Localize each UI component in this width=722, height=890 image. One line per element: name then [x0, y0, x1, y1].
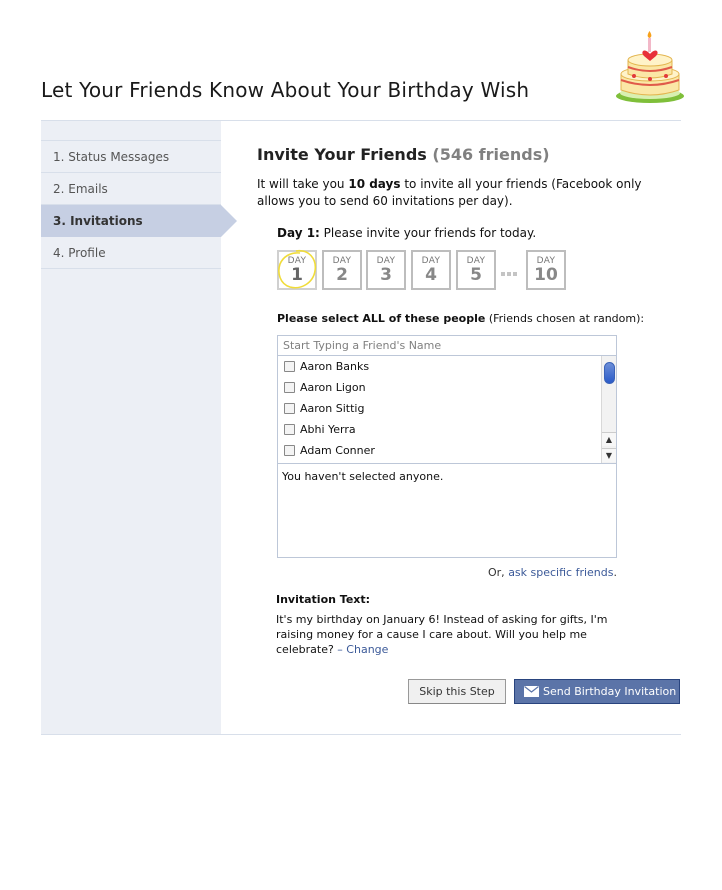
ellipsis-dots — [501, 266, 521, 276]
sidebar-item-status-messages[interactable]: 1. Status Messages — [41, 141, 221, 173]
day-instruction: Please invite your friends for today. — [319, 226, 537, 240]
day-tile-3[interactable]: DAY 3 — [366, 250, 406, 290]
day-tile-10[interactable]: DAY 10 — [526, 250, 566, 290]
checkbox-icon[interactable] — [284, 382, 295, 393]
select-instruction: Please select ALL of these people (Frien… — [277, 312, 644, 325]
list-item[interactable]: Aaron Ligon — [278, 377, 598, 398]
selected-friends-box: You haven't selected anyone. — [282, 470, 444, 483]
day-number: 4 — [425, 265, 437, 285]
day-number: 1 — [291, 265, 303, 285]
scroll-down-icon[interactable]: ▼ — [602, 448, 616, 462]
checkbox-icon[interactable] — [284, 403, 295, 414]
active-step-arrow — [221, 205, 237, 237]
list-item[interactable]: Adam Conner — [278, 440, 598, 461]
change-invitation-link[interactable]: – Change — [334, 643, 388, 656]
checkbox-icon[interactable] — [284, 361, 295, 372]
sidebar-item-label: 3. Invitations — [53, 214, 143, 228]
heading-text: Invite Your Friends — [257, 145, 427, 164]
checkbox-icon[interactable] — [284, 445, 295, 456]
ask-prefix: Or, — [488, 566, 509, 579]
select-instruction-bold: Please select ALL of these people — [277, 312, 486, 325]
intro-text: It will take you 10 days to invite all y… — [257, 176, 677, 210]
send-button-label: Send Birthday Invitation — [543, 685, 677, 698]
checkbox-icon[interactable] — [284, 424, 295, 435]
day-number: 10 — [534, 265, 558, 285]
friend-search-input[interactable] — [278, 336, 616, 356]
ask-specific-row: Or, ask specific friends. — [0, 566, 617, 579]
scroll-thumb[interactable] — [604, 362, 615, 384]
step-sidebar: 1. Status Messages 2. Emails 3. Invitati… — [41, 121, 237, 734]
intro-days-highlight: 10 days — [348, 177, 401, 191]
day-tile-4[interactable]: DAY 4 — [411, 250, 451, 290]
day-heading: Day 1: Please invite your friends for to… — [277, 226, 536, 240]
friend-name: Aaron Banks — [300, 360, 370, 373]
friend-picker: Aaron Banks Aaron Ligon Aaron Sittig Abh… — [277, 335, 617, 558]
friend-count: (546 friends) — [432, 145, 550, 164]
sidebar-item-emails[interactable]: 2. Emails — [41, 173, 221, 205]
day-number: 2 — [336, 265, 348, 285]
ask-specific-friends-link[interactable]: ask specific friends — [508, 566, 613, 579]
footer-divider — [41, 734, 681, 735]
day-number: 3 — [380, 265, 392, 285]
sidebar-item-profile[interactable]: 4. Profile — [41, 237, 221, 269]
section-heading: Invite Your Friends (546 friends) — [257, 145, 550, 164]
day-number: 5 — [470, 265, 482, 285]
select-instruction-rest: (Friends chosen at random): — [485, 312, 645, 325]
list-item[interactable]: Aaron Sittig — [278, 398, 598, 419]
intro-text-start: It will take you — [257, 177, 349, 191]
ask-suffix: . — [613, 566, 618, 579]
skip-step-button[interactable]: Skip this Step — [408, 679, 506, 704]
send-invitation-button[interactable]: Send Birthday Invitation — [514, 679, 680, 704]
scroll-up-icon[interactable]: ▲ — [602, 432, 616, 446]
day-prefix: Day 1: — [277, 226, 320, 240]
friend-name: Aaron Sittig — [300, 402, 365, 415]
sidebar-item-invitations[interactable]: 3. Invitations — [41, 205, 237, 237]
friend-name: Adam Conner — [300, 444, 375, 457]
list-item[interactable]: Aaron Banks — [278, 356, 598, 377]
invitation-text: It's my birthday on January 6! Instead o… — [276, 612, 616, 657]
invitation-body: It's my birthday on January 6! Instead o… — [276, 613, 608, 656]
day-tile-1[interactable]: DAY 1 — [277, 250, 317, 290]
friend-name: Aaron Ligon — [300, 381, 366, 394]
invitation-title: Invitation Text: — [276, 593, 371, 606]
birthday-cake-icon — [616, 31, 684, 103]
list-item[interactable]: Abhi Yerra — [278, 419, 598, 440]
day-tile-5[interactable]: DAY 5 — [456, 250, 496, 290]
day-tile-2[interactable]: DAY 2 — [322, 250, 362, 290]
friend-name: Abhi Yerra — [300, 423, 356, 436]
friend-list-scrollbar[interactable]: ▲ ▼ — [601, 356, 616, 463]
page-title: Let Your Friends Know About Your Birthda… — [41, 78, 530, 102]
friend-list: Aaron Banks Aaron Ligon Aaron Sittig Abh… — [278, 356, 616, 464]
envelope-icon — [524, 686, 539, 697]
